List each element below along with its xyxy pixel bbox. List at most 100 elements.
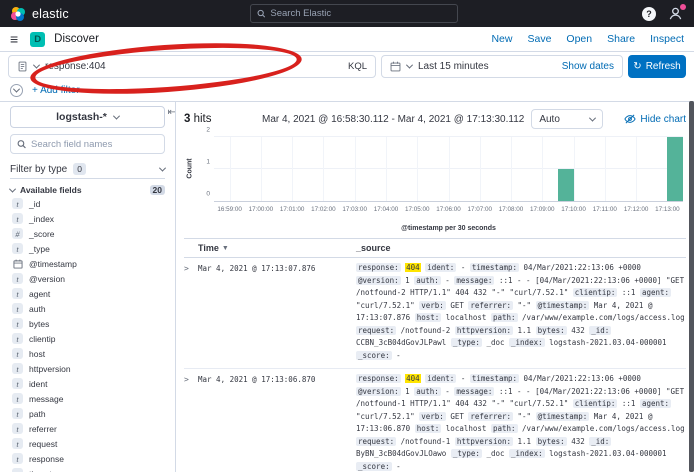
field-item-message[interactable]: tmessage xyxy=(0,391,175,406)
field-value: - xyxy=(461,374,466,383)
field-key-badge: response: xyxy=(356,374,401,383)
field-key-badge: ident: xyxy=(425,374,456,383)
field-value: 04/Mar/2021:22:13:06 +0000 xyxy=(524,374,641,383)
hide-chart-label: Hide chart xyxy=(640,114,686,125)
chevron-down-icon xyxy=(113,112,120,119)
x-tick-label: 17:00:00 xyxy=(249,206,274,213)
help-icon[interactable]: ? xyxy=(642,7,656,21)
field-item-ident[interactable]: tident xyxy=(0,376,175,391)
field-key-badge: host: xyxy=(415,313,442,322)
global-search[interactable] xyxy=(250,4,458,23)
field-key-badge: auth: xyxy=(414,387,441,396)
gridline xyxy=(574,137,575,201)
vertical-scrollbar[interactable] xyxy=(689,101,694,472)
add-filter-button[interactable]: + Add filter xyxy=(32,85,80,96)
index-pattern-select[interactable]: logstash-* xyxy=(10,106,165,128)
menu-icon[interactable]: ≡ xyxy=(10,32,18,46)
expand-row-icon[interactable]: > xyxy=(184,373,198,472)
field-item-bytes[interactable]: tbytes xyxy=(0,316,175,331)
field-value: - xyxy=(396,462,401,471)
field-key-badge: _type: xyxy=(451,449,482,458)
x-tick-label: 17:11:00 xyxy=(593,206,617,213)
field-search-box[interactable] xyxy=(10,134,165,154)
time-column-header[interactable]: Time ▼ xyxy=(184,243,356,253)
refresh-button[interactable]: ↻ Refresh xyxy=(628,55,686,78)
action-inspect-button[interactable]: Inspect xyxy=(650,33,684,45)
elastic-logo[interactable] xyxy=(10,6,26,22)
global-search-input[interactable] xyxy=(270,8,451,19)
action-share-button[interactable]: Share xyxy=(607,33,635,45)
y-tick-label: 0 xyxy=(206,191,210,198)
collapse-sidebar-icon[interactable]: ⇤ xyxy=(168,107,176,118)
field-item-timestamp[interactable]: ttimestamp xyxy=(0,466,175,472)
field-item-httpversion[interactable]: thttpversion xyxy=(0,361,175,376)
row-time: Mar 4, 2021 @ 17:13:06.870 xyxy=(198,373,356,472)
field-value: 1.1 xyxy=(518,326,532,335)
field-value: - xyxy=(445,276,450,285)
field-name: host xyxy=(29,349,45,359)
field-value: 1 xyxy=(405,387,410,396)
expand-row-icon[interactable]: > xyxy=(184,262,198,362)
histogram-bar[interactable] xyxy=(667,137,683,201)
field-type-icon: t xyxy=(12,393,23,404)
field-type-icon: # xyxy=(12,228,23,239)
x-tick-label: 17:04:00 xyxy=(374,206,399,213)
field-item-request[interactable]: trequest xyxy=(0,436,175,451)
field-name: response xyxy=(29,454,64,464)
histogram-bar[interactable] xyxy=(558,169,574,201)
field-value: /var/www/example.com/logs/access.log xyxy=(522,424,685,433)
field-item-path[interactable]: tpath xyxy=(0,406,175,421)
field-item-_score[interactable]: #_score xyxy=(0,226,175,241)
field-value: ::1 xyxy=(622,399,636,408)
field-type-icon: t xyxy=(12,213,23,224)
hide-chart-button[interactable]: Hide chart xyxy=(624,113,686,125)
query-menu-icon[interactable] xyxy=(17,61,28,72)
discover-main: 3 hits Mar 4, 2021 @ 16:58:30.112 - Mar … xyxy=(176,102,694,472)
row-time: Mar 4, 2021 @ 17:13:07.876 xyxy=(198,262,356,362)
query-language-button[interactable]: KQL xyxy=(340,61,367,72)
field-value: 1 xyxy=(405,276,410,285)
field-item-host[interactable]: thost xyxy=(0,346,175,361)
query-input-group[interactable]: response:404 KQL xyxy=(8,55,376,78)
field-item-_id[interactable]: t_id xyxy=(0,196,175,211)
field-item-auth[interactable]: tauth xyxy=(0,301,175,316)
field-type-icon: t xyxy=(12,198,23,209)
gridline xyxy=(323,137,324,201)
action-new-button[interactable]: New xyxy=(491,33,512,45)
field-item-referrer[interactable]: treferrer xyxy=(0,421,175,436)
filter-by-type-button[interactable]: Filter by type 0 xyxy=(10,160,165,179)
gridline xyxy=(449,137,450,201)
sort-desc-icon[interactable]: ▼ xyxy=(222,245,229,252)
field-item-@timestamp[interactable]: @timestamp xyxy=(0,256,175,271)
field-name: _index xyxy=(29,214,54,224)
time-range-value[interactable]: Last 15 minutes xyxy=(418,61,489,72)
action-save-button[interactable]: Save xyxy=(527,33,551,45)
field-name: ident xyxy=(29,379,47,389)
chart-plot[interactable]: 012 xyxy=(214,137,683,202)
show-dates-button[interactable]: Show dates xyxy=(562,61,614,72)
x-tick-label: 17:06:00 xyxy=(436,206,461,213)
field-value: 432 xyxy=(571,437,585,446)
filter-options-icon[interactable] xyxy=(10,84,23,97)
field-key-badge: verb: xyxy=(419,412,446,421)
results-header: 3 hits Mar 4, 2021 @ 16:58:30.112 - Mar … xyxy=(184,102,686,130)
field-item-_type[interactable]: t_type xyxy=(0,241,175,256)
table-row: >Mar 4, 2021 @ 17:13:06.870response: 404… xyxy=(184,369,686,472)
available-fields-count-badge: 20 xyxy=(150,185,165,195)
action-open-button[interactable]: Open xyxy=(566,33,592,45)
field-item-clientip[interactable]: tclientip xyxy=(0,331,175,346)
date-picker[interactable]: Last 15 minutes Show dates xyxy=(381,55,623,78)
query-input[interactable]: response:404 xyxy=(45,61,334,72)
field-item-@version[interactable]: t@version xyxy=(0,271,175,286)
available-fields-header[interactable]: Available fields 20 xyxy=(10,185,165,195)
interval-select[interactable]: Auto xyxy=(531,109,603,129)
x-tick-label: 17:12:00 xyxy=(624,206,649,213)
field-item-agent[interactable]: tagent xyxy=(0,286,175,301)
field-value: ::1 xyxy=(622,288,636,297)
field-item-response[interactable]: tresponse xyxy=(0,451,175,466)
field-type-icon: t xyxy=(12,468,23,472)
field-item-_index[interactable]: t _index xyxy=(0,211,175,226)
field-value: _doc xyxy=(486,338,504,347)
field-search-input[interactable] xyxy=(31,139,158,150)
user-avatar[interactable] xyxy=(668,6,684,22)
